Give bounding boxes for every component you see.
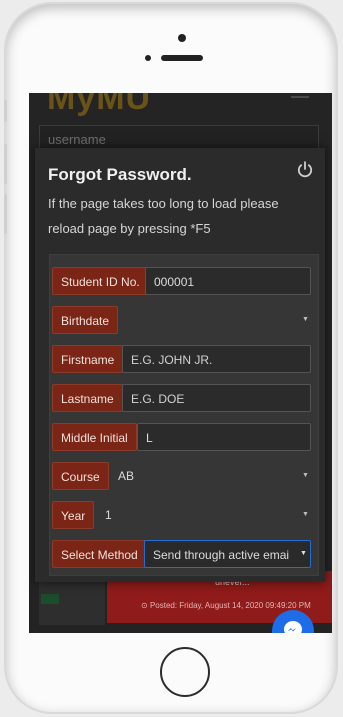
student-id-label: Student ID No. — [52, 267, 149, 295]
firstname-row: Firstname E.G. JOHN JR. — [50, 345, 318, 373]
birthdate-label: Birthdate — [52, 306, 119, 334]
lastname-input[interactable]: E.G. DOE — [122, 384, 311, 412]
menu-icon[interactable] — [291, 96, 309, 98]
home-button[interactable] — [160, 647, 210, 697]
messenger-icon — [284, 621, 302, 633]
birthdate-select[interactable] — [125, 306, 305, 334]
firstname-label: Firstname — [52, 345, 124, 373]
modal-title: Forgot Password. — [48, 165, 192, 184]
mute-switch — [4, 100, 7, 122]
caret-down-icon: ▼ — [302, 316, 309, 323]
caret-down-icon: ▼ — [302, 511, 309, 518]
middle-initial-input[interactable]: L — [137, 423, 311, 451]
clock-icon: ⊙ — [141, 601, 148, 610]
method-row: Select Method Send through active emai ▼ — [50, 540, 318, 568]
front-camera — [178, 34, 186, 42]
year-select[interactable]: 1 — [105, 501, 285, 529]
phone-screen: MyMU username unever... ⊙ Posted: Friday… — [29, 93, 332, 633]
caret-down-icon: ▼ — [300, 550, 307, 557]
course-select[interactable]: AB — [118, 462, 288, 490]
firstname-input[interactable]: E.G. JOHN JR. — [122, 345, 311, 373]
posted-date: ⊙ Posted: Friday, August 14, 2020 09:49:… — [141, 601, 311, 610]
lastname-label: Lastname — [52, 384, 123, 412]
volume-up-button — [4, 144, 7, 184]
course-row: Course AB ▼ — [50, 462, 318, 490]
select-method-dropdown[interactable]: Send through active emai — [144, 540, 311, 568]
middle-initial-label: Middle Initial — [52, 423, 137, 451]
year-label: Year — [52, 501, 95, 529]
earpiece-speaker — [161, 55, 203, 61]
year-row: Year 1 ▼ — [50, 501, 318, 529]
brand-logo: MyMU — [47, 93, 152, 117]
student-id-row: Student ID No. 000001 — [50, 267, 318, 295]
middle-initial-row: Middle Initial L — [50, 423, 318, 451]
select-method-label: Select Method — [52, 540, 147, 568]
lastname-row: Lastname E.G. DOE — [50, 384, 318, 412]
course-label: Course — [52, 462, 109, 490]
birthdate-row: Birthdate ▼ — [50, 306, 318, 334]
posted-date-text: Posted: Friday, August 14, 2020 09:49:20… — [149, 601, 311, 610]
sensor-dot — [145, 55, 151, 61]
student-id-input[interactable]: 000001 — [145, 267, 311, 295]
power-icon[interactable] — [297, 161, 313, 179]
modal-message: If the page takes too long to load pleas… — [48, 196, 279, 236]
volume-down-button — [4, 194, 7, 234]
caret-down-icon: ▼ — [302, 472, 309, 479]
forgot-password-modal: Forgot Password. If the page takes too l… — [35, 148, 325, 582]
recovery-form: Student ID No. 000001 Birthdate ▼ Firstn… — [49, 254, 319, 576]
select-method-value: Send through active emai — [153, 548, 290, 562]
